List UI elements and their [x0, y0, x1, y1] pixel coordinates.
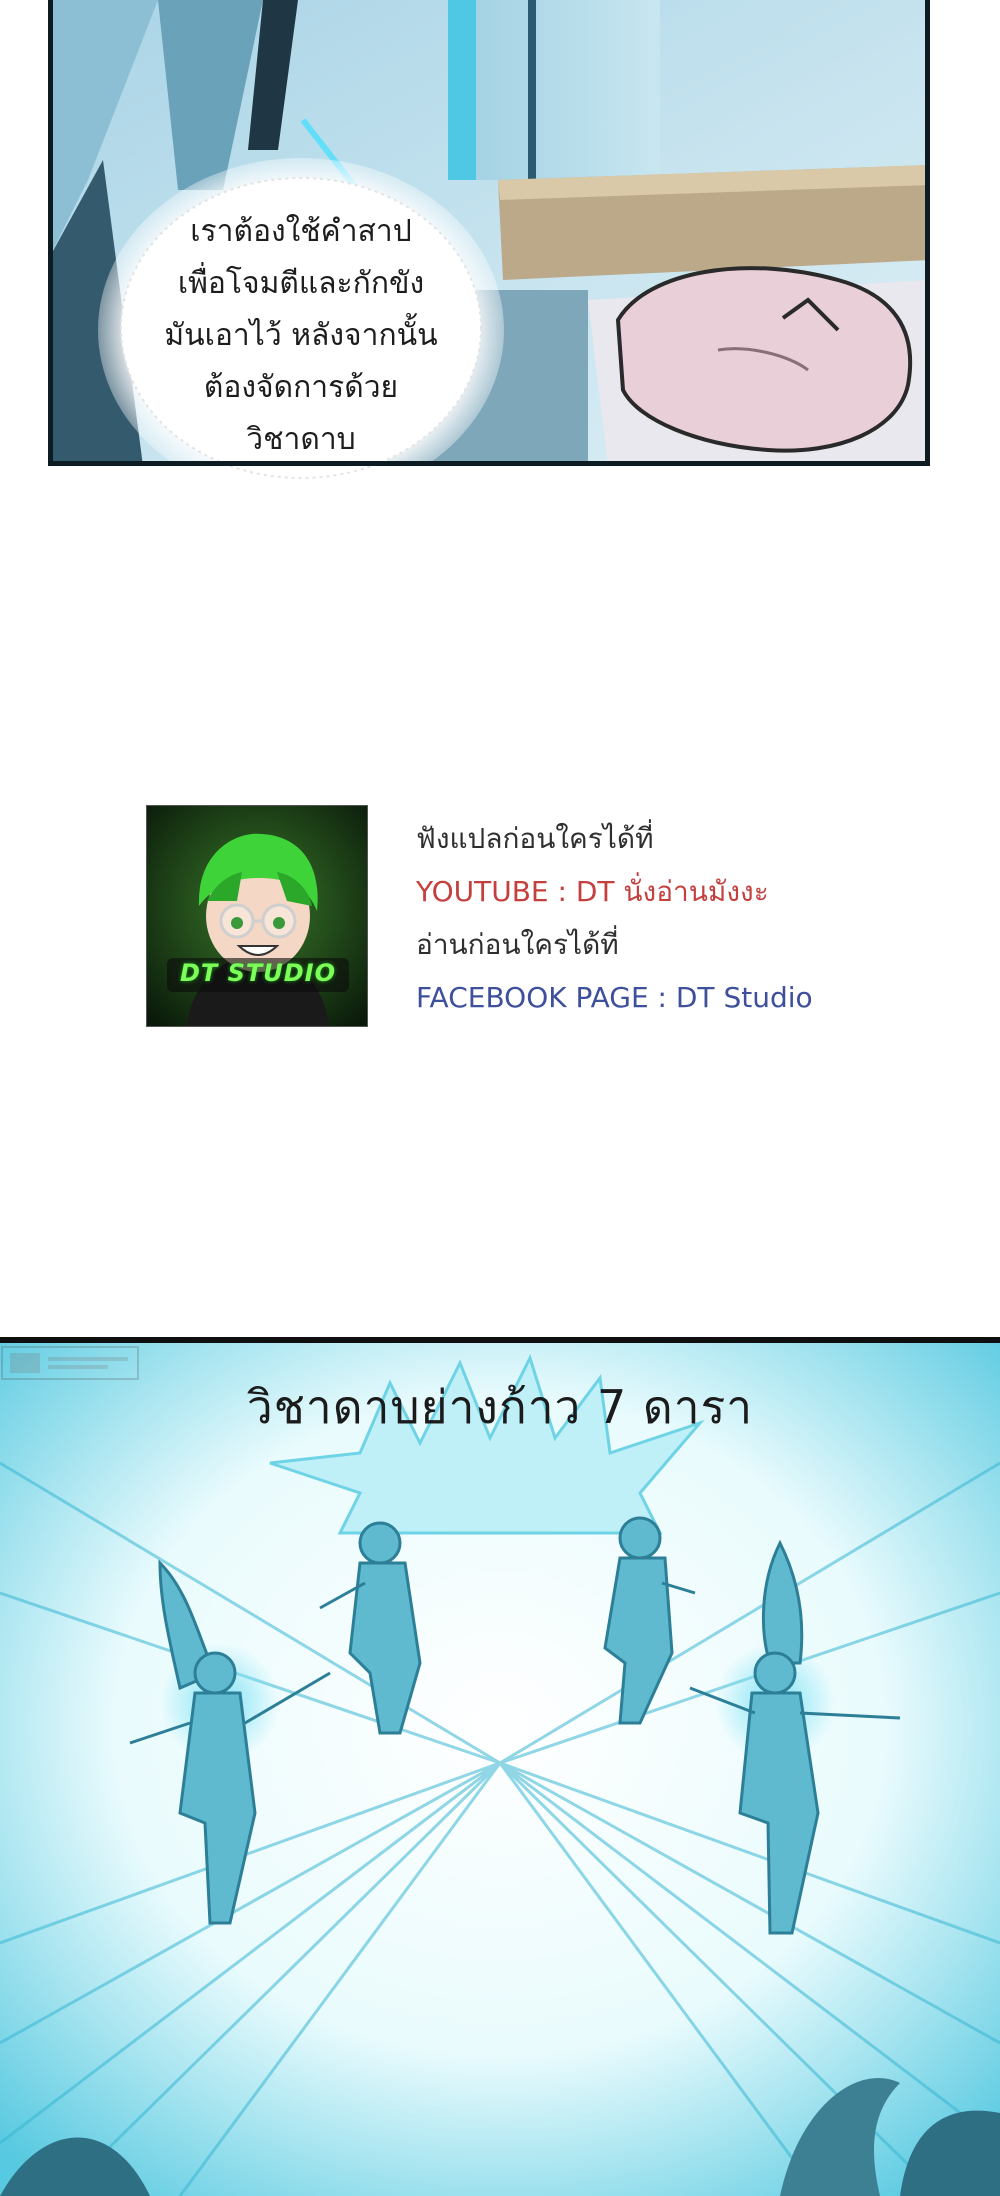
- speech-line: เราต้องใช้คำสาป: [190, 214, 412, 249]
- speech-text: เราต้องใช้คำสาป เพื่อโจมตีและกักขัง มันเ…: [98, 206, 504, 466]
- studio-logo-artwork: [147, 806, 367, 1026]
- watermark-logo: [1, 1346, 139, 1380]
- speech-line: มันเอาไว้ หลังจากนั้น: [164, 318, 438, 353]
- panel-bottom-artwork: [0, 1343, 1000, 2196]
- youtube-link[interactable]: YOUTUBE : DT นั่งอ่านมังงะ: [416, 865, 916, 918]
- comic-panel-bottom: วิชาดาบย่างก้าว 7 ดารา: [0, 1343, 1000, 2196]
- credits-block: ฟังแปลก่อนใครได้ที่ YOUTUBE : DT นั่งอ่า…: [416, 812, 916, 1024]
- speech-line: เพื่อโจมตีและกักขัง: [177, 266, 425, 301]
- credits-read-label: อ่านก่อนใครได้ที่: [416, 928, 619, 961]
- facebook-link[interactable]: FACEBOOK PAGE : DT Studio: [416, 971, 916, 1024]
- panel-bottom-caption: วิชาดาบย่างก้าว 7 ดารา: [246, 1380, 754, 1434]
- speech-bubble: เราต้องใช้คำสาป เพื่อโจมตีและกักขัง มันเ…: [98, 158, 504, 502]
- speech-line: วิชาดาบ: [246, 422, 356, 457]
- studio-logo-avatar: DT STUDIO: [146, 805, 368, 1027]
- studio-logo-text: DT STUDIO: [179, 959, 337, 987]
- speech-line: ต้องจัดการด้วย: [203, 370, 399, 405]
- credits-listen-label: ฟังแปลก่อนใครได้ที่: [416, 822, 654, 855]
